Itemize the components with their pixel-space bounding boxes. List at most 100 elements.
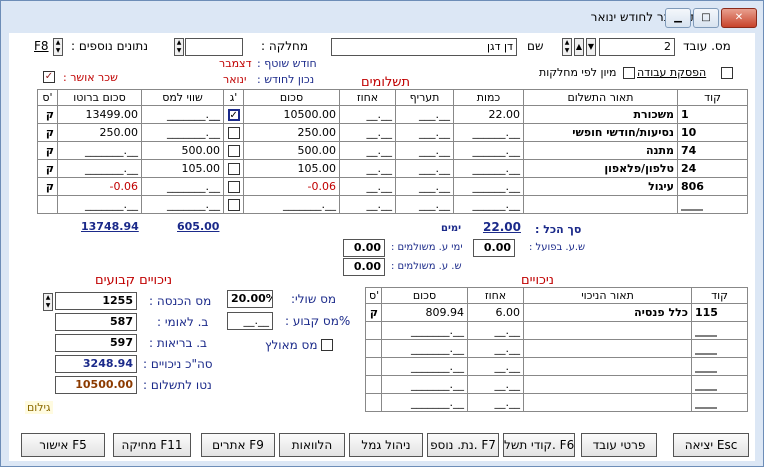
deduction-cell-desc[interactable] <box>523 393 692 412</box>
deduction-cell-pct[interactable]: __.__ <box>467 393 524 412</box>
payment-cell-g[interactable] <box>223 177 244 196</box>
paid-days-field[interactable]: 0.00 <box>343 239 385 257</box>
deduction-cell-desc[interactable]: כלל פנסיה <box>523 303 692 322</box>
payment-row[interactable]: ק -0.06 _______.__ -0.06 __.__ ___.__ ______._… <box>37 177 748 196</box>
payment-g-checkbox[interactable] <box>227 127 240 139</box>
payment-cell-qty[interactable]: ______.__ <box>453 195 524 214</box>
employee-no-field[interactable]: 2 <box>599 38 675 56</box>
payment-row[interactable]: ק _______.__ 105.00 105.00 __.__ ___.__ ______… <box>37 159 748 178</box>
payment-cell-tax_value[interactable]: _______.__ <box>141 123 224 142</box>
deduction-cell-pct[interactable]: __.__ <box>467 339 524 358</box>
payment-cell-desc[interactable]: טלפון/פלאפון <box>523 159 678 178</box>
payment-g-checkbox[interactable] <box>227 199 240 211</box>
payment-cell-tax_value[interactable]: _______.__ <box>141 177 224 196</box>
payment-cell-qty[interactable]: ______.__ <box>453 177 524 196</box>
deduction-row[interactable]: _______.__ __.__ ____ <box>365 339 748 358</box>
payment-cell-amount[interactable]: 500.00 <box>243 141 340 160</box>
payment-cell-qty[interactable]: ______.__ <box>453 141 524 160</box>
sort-by-dept-checkbox[interactable] <box>623 67 635 79</box>
extra-data-key[interactable]: F8 <box>34 39 49 53</box>
payment-cell-amount[interactable]: 10500.00 <box>243 105 340 124</box>
employee-next-button[interactable]: ▲ <box>574 38 584 56</box>
deduction-cell-code[interactable]: ____ <box>691 321 748 340</box>
deduction-cell-pct[interactable]: __.__ <box>467 357 524 376</box>
payment-cell-qty[interactable]: 22.00 <box>453 105 524 124</box>
fixed-tax-field[interactable]: __.__ <box>227 312 273 330</box>
payment-g-checkbox[interactable] <box>227 145 240 157</box>
stop-work-checkbox[interactable] <box>721 67 733 79</box>
payment-cell-gross[interactable]: 13499.00 <box>57 105 142 124</box>
payment-cell-desc[interactable]: נסיעות/חודשי חופשי <box>523 123 678 142</box>
deduction-cell-s[interactable] <box>365 393 382 412</box>
payment-cell-pct[interactable]: __.__ <box>339 141 396 160</box>
deduction-row[interactable]: _______.__ __.__ ____ <box>365 321 748 340</box>
fund-mgmt-button[interactable]: ניהול גמל <box>349 433 423 457</box>
deduction-cell-desc[interactable] <box>523 321 692 340</box>
payment-cell-desc[interactable]: עיגול <box>523 177 678 196</box>
payment-cell-desc[interactable]: משכורת <box>523 105 678 124</box>
deduction-cell-amount[interactable]: _______.__ <box>381 393 468 412</box>
payment-cell-amount[interactable]: _______.__ <box>243 195 340 214</box>
payment-cell-s[interactable]: ק <box>37 123 58 142</box>
national-ins-field[interactable]: 587 <box>55 313 137 331</box>
payment-cell-pct[interactable]: __.__ <box>339 195 396 214</box>
deduction-cell-s[interactable]: ק <box>365 303 382 322</box>
payment-cell-pct[interactable]: __.__ <box>339 159 396 178</box>
payment-cell-g[interactable]: ✓ <box>223 105 244 124</box>
payment-cell-tax_value[interactable]: 500.00 <box>141 141 224 160</box>
payment-cell-s[interactable]: ק <box>37 177 58 196</box>
minimize-button[interactable]: ▁ <box>665 8 691 28</box>
payment-cell-code[interactable]: 10 <box>677 123 748 142</box>
marginal-tax-field[interactable]: 20.00% <box>227 290 273 308</box>
payment-cell-rate[interactable]: ___.__ <box>395 105 454 124</box>
payment-cell-code[interactable]: 74 <box>677 141 748 160</box>
payment-cell-code[interactable]: 806 <box>677 177 748 196</box>
employee-spin[interactable]: ▲ ▼ <box>562 38 572 56</box>
payment-cell-g[interactable] <box>223 141 244 160</box>
deduction-cell-code[interactable]: ____ <box>691 375 748 394</box>
payment-codes-button[interactable]: קודי תשל. F6 <box>503 433 575 457</box>
extra-data-spin[interactable]: ▲ ▼ <box>53 38 63 56</box>
payment-row[interactable]: ק 13499.00 _______.__ ✓ 10500.00 __.__ ___.__ 2… <box>37 105 748 124</box>
fixed-spin[interactable]: ▲ ▼ <box>43 293 53 311</box>
payment-cell-rate[interactable]: ___.__ <box>395 123 454 142</box>
deduction-cell-desc[interactable] <box>523 357 692 376</box>
payment-row[interactable]: _______.__ _______.__ _______.__ __.__ ___._… <box>37 195 748 214</box>
deduction-cell-s[interactable] <box>365 339 382 358</box>
deduction-row[interactable]: ק 809.94 6.00 כלל פנסיה 115 <box>365 303 748 322</box>
payment-cell-tax_value[interactable]: 105.00 <box>141 159 224 178</box>
sites-button[interactable]: אתרים F9 <box>201 433 275 457</box>
approve-button[interactable]: אישור F5 <box>21 433 105 457</box>
payment-cell-gross[interactable]: -0.06 <box>57 177 142 196</box>
payment-cell-qty[interactable]: ______.__ <box>453 123 524 142</box>
payment-g-checkbox[interactable] <box>227 181 240 193</box>
payment-row[interactable]: ק _______.__ 500.00 500.00 __.__ ___.__ ______… <box>37 141 748 160</box>
loans-button[interactable]: הלוואות <box>279 433 345 457</box>
payment-cell-gross[interactable]: _______.__ <box>57 141 142 160</box>
deduction-cell-code[interactable]: ____ <box>691 393 748 412</box>
deduction-cell-amount[interactable]: 809.94 <box>381 303 468 322</box>
income-tax-field[interactable]: 1255 <box>55 292 137 310</box>
name-field[interactable]: דן דגן <box>331 38 517 56</box>
payment-cell-rate[interactable]: ___.__ <box>395 159 454 178</box>
paid-hours-field[interactable]: 0.00 <box>343 258 385 276</box>
deduction-cell-amount[interactable]: _______.__ <box>381 321 468 340</box>
maximize-button[interactable]: □ <box>693 8 719 28</box>
payment-cell-code[interactable]: ____ <box>677 195 748 214</box>
payment-cell-amount[interactable]: -0.06 <box>243 177 340 196</box>
deduction-cell-pct[interactable]: __.__ <box>467 321 524 340</box>
deduction-row[interactable]: _______.__ __.__ ____ <box>365 393 748 412</box>
payment-g-checkbox[interactable]: ✓ <box>227 109 240 121</box>
recommended-tax-checkbox[interactable] <box>321 339 333 351</box>
deduction-cell-code[interactable]: 115 <box>691 303 748 322</box>
department-spin[interactable]: ▲ ▼ <box>174 38 184 56</box>
payment-cell-s[interactable]: ק <box>37 141 58 160</box>
deduction-cell-s[interactable] <box>365 357 382 376</box>
payment-row[interactable]: ק 250.00 _______.__ 250.00 __.__ ___.__ ______… <box>37 123 748 142</box>
deduction-cell-pct[interactable]: 6.00 <box>467 303 524 322</box>
deduction-cell-s[interactable] <box>365 375 382 394</box>
delete-button[interactable]: מחיקה F11 <box>113 433 191 457</box>
payment-cell-code[interactable]: 24 <box>677 159 748 178</box>
deduction-cell-s[interactable] <box>365 321 382 340</box>
payment-cell-pct[interactable]: __.__ <box>339 177 396 196</box>
